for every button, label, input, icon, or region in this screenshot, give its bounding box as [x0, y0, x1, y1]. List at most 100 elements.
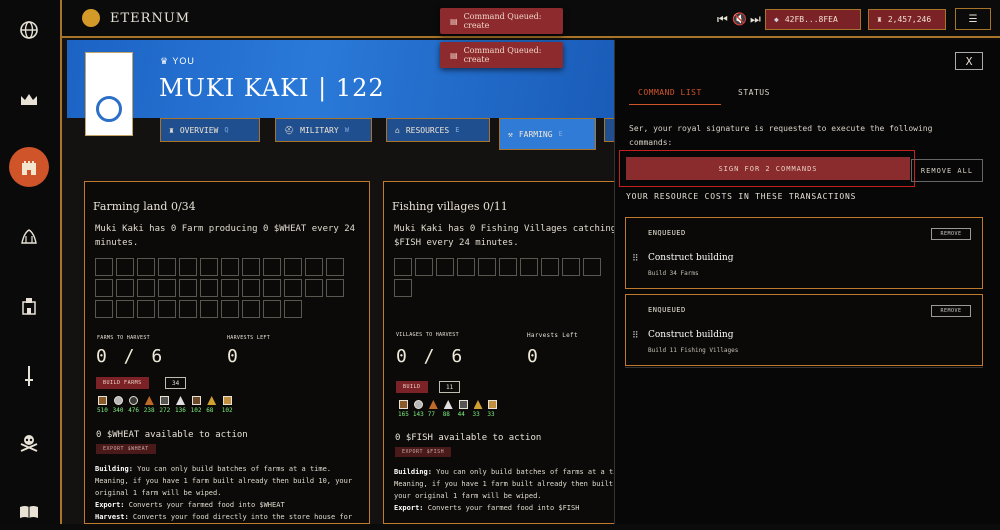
villages-to-harvest-value: 0 / 6 — [396, 346, 466, 367]
skull-crossbones-icon[interactable] — [11, 424, 47, 460]
plot-slot — [158, 258, 176, 276]
obsidian-icon — [160, 396, 170, 405]
export-wheat-button[interactable]: EXPORT $WHEAT — [96, 444, 156, 454]
brand-name: ETERNUM — [110, 11, 191, 26]
resource-cost-value: 102 — [221, 407, 233, 414]
wallet-address-button[interactable]: ◆ 42FB...8FEA — [765, 9, 861, 30]
village-quantity-input[interactable]: 11 — [439, 381, 461, 393]
obsidian-icon — [458, 400, 468, 409]
sign-commands-button[interactable]: SIGN FOR 2 COMMANDS — [626, 157, 910, 180]
copper-icon — [144, 396, 154, 405]
plot-slot — [263, 258, 281, 276]
previous-track-icon[interactable]: ⏮ — [717, 12, 728, 27]
helmet-icon: ⛑ — [284, 125, 295, 135]
export-fish-button[interactable]: EXPORT $FISH — [395, 447, 452, 457]
plot-slot — [263, 279, 281, 297]
remove-command-button[interactable]: REMOVE — [931, 305, 971, 317]
farming-title: Farming land 0/34 — [93, 200, 196, 213]
plot-slot — [158, 300, 176, 318]
fishing-notes: Building: You can only build batches of … — [394, 468, 614, 512]
plot-slot — [200, 300, 218, 318]
farming-description: Muki Kaki has 0 Farm producing 0 $WHEAT … — [95, 224, 356, 248]
build-villages-button[interactable]: BUILD — [396, 381, 428, 393]
tab-resources[interactable]: ⌂ RESOURCES E — [386, 118, 490, 142]
plot-slot — [541, 258, 559, 276]
farm-plot-grid — [95, 258, 344, 318]
resource-cost-value: 238 — [143, 407, 155, 414]
plot-slot — [457, 258, 475, 276]
resource-cost-value: 340 — [112, 407, 124, 414]
sign-highlight: SIGN FOR 2 COMMANDS — [619, 150, 915, 187]
plot-slot — [284, 300, 302, 318]
crown-small-icon: ♛ — [160, 56, 173, 66]
drag-handle-icon[interactable]: ⠿ — [632, 254, 639, 264]
wallet-address: 42FB...8FEA — [784, 15, 838, 24]
player-name: MUKI KAKI | 122 — [159, 74, 385, 102]
tab-status[interactable]: STATUS — [738, 88, 770, 97]
plot-slot — [415, 258, 433, 276]
castle-tab-icon: ♜ — [169, 125, 174, 135]
resource-cost-value: 33 — [472, 411, 480, 418]
resource-cost-value: 136 — [175, 407, 186, 414]
resource-cost-value: 102 — [190, 407, 202, 414]
fishing-harvests-left-value: 0 — [527, 346, 541, 367]
plot-slot — [221, 279, 239, 297]
resource-cost-value: 77 — [427, 411, 436, 418]
resource-cost-value: 510 — [97, 407, 108, 414]
plot-slot — [137, 258, 155, 276]
eternum-logo-icon — [82, 9, 100, 27]
plot-slot — [116, 258, 134, 276]
farming-panel: Farming land 0/34 Muki Kaki has 0 Farm p… — [84, 181, 370, 524]
lords-balance: 2,457,246 — [887, 15, 932, 24]
command-subtitle: Build 34 Farms — [648, 270, 699, 277]
farming-notes: Building: You can only build batches of … — [95, 465, 353, 521]
farm-quantity-input[interactable]: 34 — [165, 377, 187, 389]
sickle-icon: ⚒ — [508, 129, 513, 139]
plot-slot — [95, 258, 113, 276]
resource-cost-value: 44 — [457, 411, 465, 418]
globe-icon[interactable] — [11, 12, 47, 48]
plot-slot — [95, 279, 113, 297]
barracks-icon[interactable] — [11, 288, 47, 324]
mute-icon[interactable]: 🔇 — [732, 12, 747, 26]
lords-balance-button[interactable]: ♜ 2,457,246 — [868, 9, 946, 30]
scroll-icon: ▤ — [450, 50, 458, 60]
harvests-left-value: 0 — [227, 346, 241, 367]
tab-military[interactable]: ⛑ MILITARY W — [275, 118, 372, 142]
remove-command-button[interactable]: REMOVE — [931, 228, 971, 240]
build-farms-button[interactable]: BUILD FARMS — [96, 377, 149, 389]
bank-icon[interactable] — [11, 218, 47, 254]
fishing-title: Fishing villages 0/11 — [392, 200, 508, 213]
book-icon[interactable] — [11, 494, 47, 530]
tab-overview[interactable]: ♜ OVERVIEW Q — [160, 118, 260, 142]
realm-view: ♛ YOU MUKI KAKI | 122 ♜ OVERVIEW Q ⛑ MILI… — [62, 38, 622, 524]
plot-slot — [394, 279, 412, 297]
command-status: ENQUEUED — [648, 229, 686, 237]
fishing-description: Muki Kaki has 0 Fishing Villages catchin… — [394, 224, 614, 248]
scroll-icon: ▤ — [450, 16, 458, 26]
command-queued-toast: ▤ Command Queued: create — [440, 8, 563, 34]
queued-command-card: ENQUEUED REMOVE ⠿ Construct building Bui… — [625, 294, 983, 366]
next-track-icon[interactable]: ⏭ — [750, 12, 761, 27]
tab-farming[interactable]: ⚒ FARMING E — [499, 118, 596, 150]
menu-button[interactable]: ☰ — [955, 8, 991, 30]
plot-slot — [200, 279, 218, 297]
tab-command-list[interactable]: COMMAND LIST — [638, 88, 702, 97]
close-button[interactable]: X — [955, 52, 983, 70]
close-icon: X — [965, 54, 973, 68]
castle-icon[interactable] — [9, 147, 49, 187]
silver-icon — [176, 396, 185, 405]
resource-cost-value: 272 — [159, 407, 171, 414]
remove-all-button[interactable]: REMOVE ALL — [911, 159, 983, 182]
signature-request-text: Ser, your royal signature is requested t… — [629, 124, 933, 147]
crown-icon[interactable] — [11, 82, 47, 118]
plot-slot — [284, 279, 302, 297]
fishing-plot-grid — [394, 258, 601, 297]
resource-cost-value: 33 — [487, 411, 495, 418]
stone-icon — [413, 400, 423, 409]
plot-slot — [137, 279, 155, 297]
drag-handle-icon[interactable]: ⠿ — [632, 331, 639, 341]
silver-icon — [443, 400, 453, 409]
bank-tab-icon: ⌂ — [395, 125, 400, 135]
sword-icon[interactable] — [11, 358, 47, 394]
